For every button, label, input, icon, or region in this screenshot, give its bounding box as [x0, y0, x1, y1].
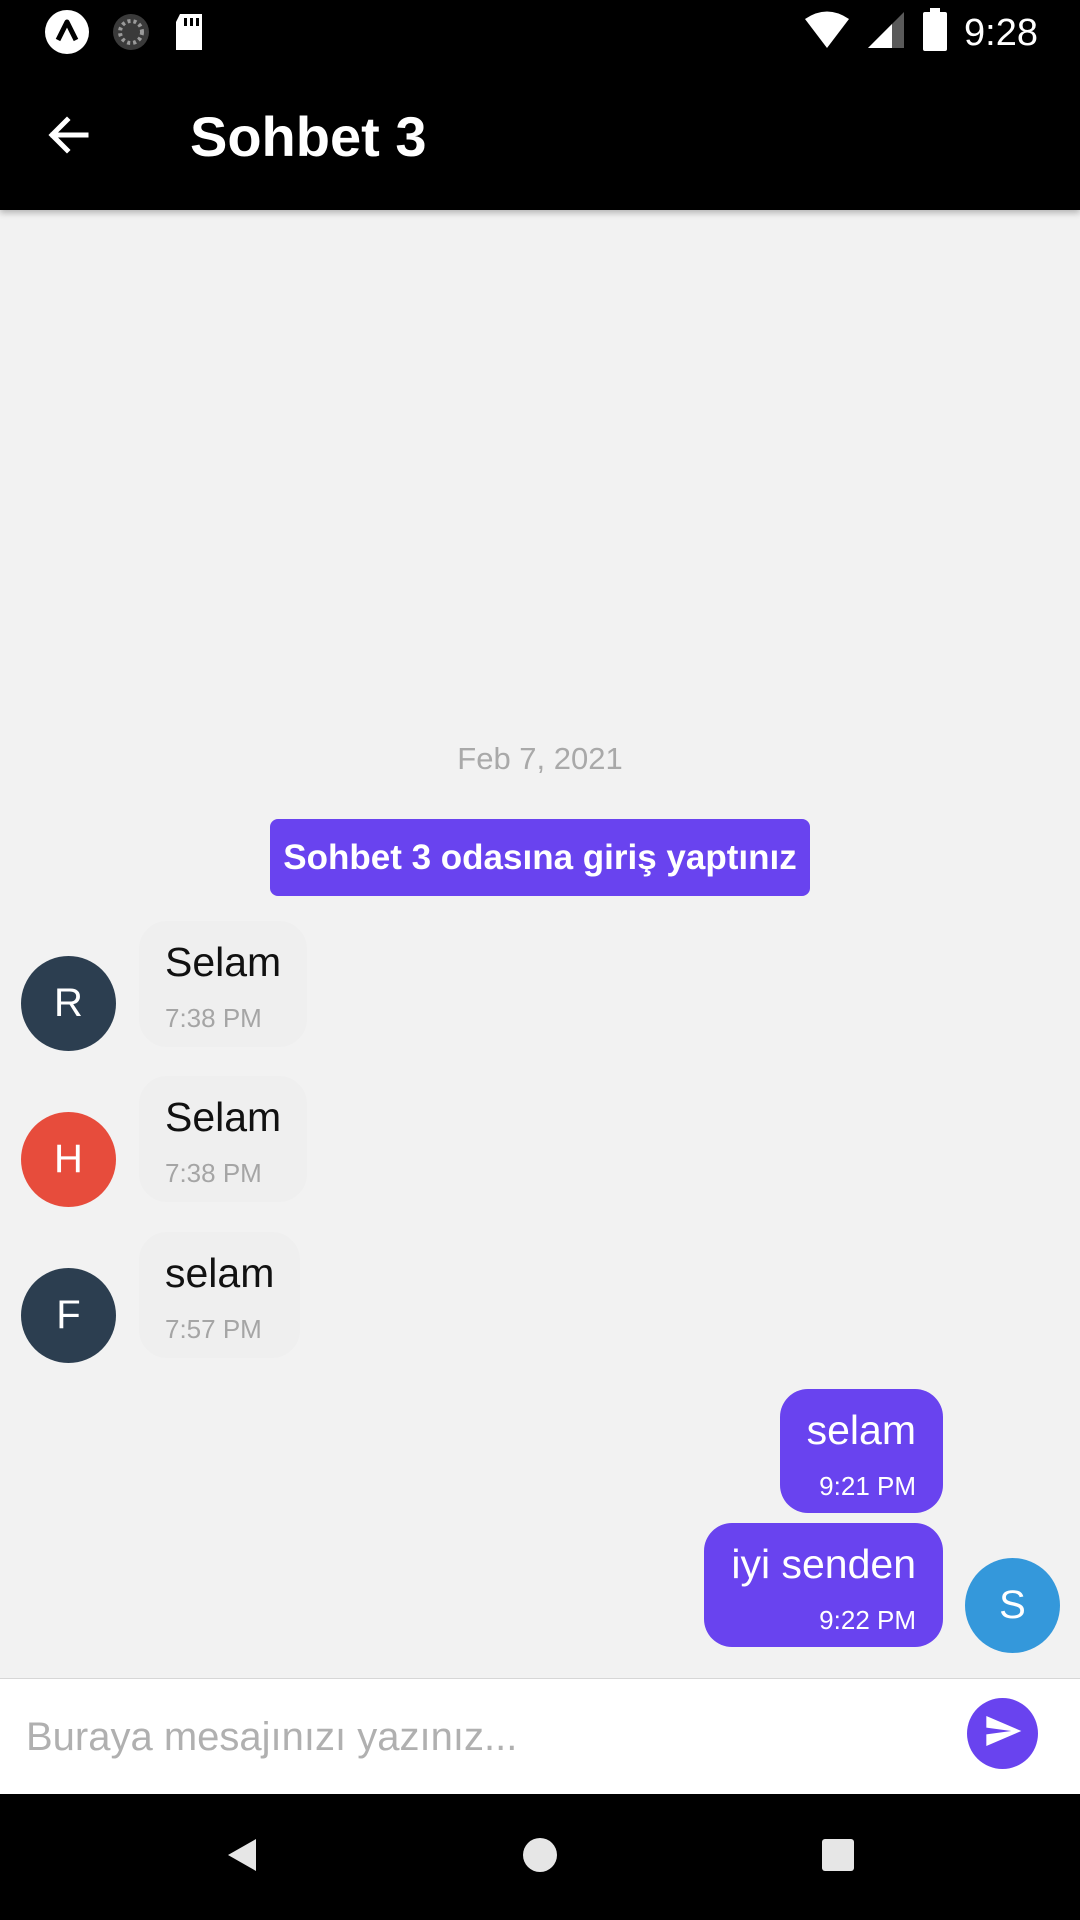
system-message: Sohbet 3 odasına giriş yaptınız: [270, 819, 810, 896]
message-text: iyi senden: [731, 1541, 916, 1587]
app-bar: Sohbet 3: [0, 63, 1080, 210]
loading-indicator-icon: [110, 11, 152, 58]
message-text: selam: [165, 1250, 275, 1296]
page-title: Sohbet 3: [190, 105, 427, 168]
avatar-initial: S: [999, 1583, 1026, 1627]
nav-back-icon: [222, 1835, 262, 1880]
message-input[interactable]: [26, 1701, 926, 1773]
nav-home-button[interactable]: [507, 1824, 573, 1890]
date-separator: Feb 7, 2021: [457, 741, 623, 776]
message-time: 7:38 PM: [165, 1158, 262, 1188]
message-time: 9:21 PM: [819, 1471, 916, 1501]
wifi-icon: [804, 10, 850, 55]
outgoing-message[interactable]: iyi senden 9:22 PM: [704, 1523, 943, 1647]
self-avatar[interactable]: S: [965, 1558, 1060, 1653]
avatar[interactable]: F: [21, 1268, 116, 1363]
nav-back-button[interactable]: [209, 1824, 275, 1890]
avatar-initial: H: [54, 1137, 83, 1181]
avatar-initial: R: [54, 981, 83, 1025]
nav-recents-button[interactable]: [805, 1824, 871, 1890]
back-button[interactable]: [34, 103, 102, 171]
arrow-left-icon: [44, 111, 92, 164]
app-logo-icon: [44, 9, 90, 60]
sd-card-icon: [172, 12, 206, 57]
nav-recents-icon: [818, 1835, 858, 1880]
chat-screen: 9:28 Sohbet 3 Feb 7, 2021 Sohbet 3 odası…: [0, 0, 1080, 1920]
message-text: Selam: [165, 939, 282, 985]
send-button[interactable]: [967, 1698, 1038, 1769]
outgoing-message[interactable]: selam 9:21 PM: [779, 1389, 943, 1513]
status-time: 9:28: [964, 11, 1038, 54]
avatar[interactable]: R: [21, 956, 116, 1051]
message-composer: [0, 1678, 1080, 1795]
avatar-initial: F: [56, 1293, 81, 1337]
message-time: 7:57 PM: [165, 1314, 262, 1344]
system-nav-bar: [0, 1794, 1080, 1920]
message-text: selam: [806, 1407, 916, 1453]
nav-home-icon: [520, 1835, 560, 1880]
avatar[interactable]: H: [21, 1112, 116, 1207]
incoming-message[interactable]: selam 7:57 PM: [139, 1232, 301, 1358]
cell-signal-icon: [866, 10, 906, 55]
message-text: Selam: [165, 1094, 282, 1140]
incoming-message[interactable]: Selam 7:38 PM: [139, 1076, 308, 1202]
send-icon: [983, 1711, 1023, 1756]
battery-icon: [922, 8, 948, 57]
incoming-message[interactable]: Selam 7:38 PM: [139, 921, 308, 1047]
message-time: 7:38 PM: [165, 1003, 262, 1033]
message-time: 9:22 PM: [819, 1605, 916, 1635]
status-bar: 9:28: [0, 0, 1080, 63]
